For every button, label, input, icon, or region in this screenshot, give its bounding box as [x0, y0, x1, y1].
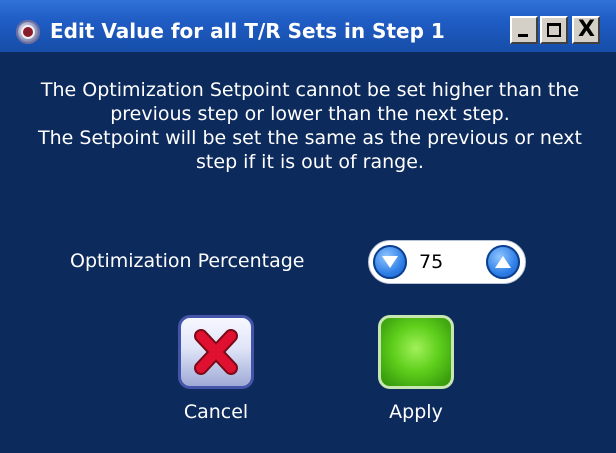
close-button[interactable]: X	[572, 16, 600, 44]
chevron-down-icon	[382, 256, 398, 268]
app-icon[interactable]	[16, 20, 40, 44]
optimization-percentage-label: Optimization Percentage	[70, 250, 305, 272]
percentage-value: 75	[419, 251, 444, 273]
info-message: The Optimization Setpoint cannot be set …	[20, 78, 600, 174]
dialog-window: Edit Value for all T/R Sets in Step 1 X …	[0, 0, 616, 453]
close-icon: X	[578, 17, 595, 42]
cancel-label: Cancel	[183, 401, 249, 423]
apply-action[interactable]: Apply	[374, 315, 458, 423]
decrement-button[interactable]	[373, 245, 407, 279]
message-line: The Setpoint will be set the same as the…	[38, 127, 582, 173]
chevron-up-icon	[495, 256, 511, 268]
apply-label: Apply	[389, 401, 443, 423]
maximize-button[interactable]	[540, 16, 568, 44]
message-line: The Optimization Setpoint cannot be set …	[40, 79, 580, 125]
title-bar[interactable]: Edit Value for all T/R Sets in Step 1 X	[0, 0, 616, 52]
minimize-button[interactable]	[510, 16, 538, 44]
optimization-percentage-stepper[interactable]: 75	[368, 240, 526, 284]
window-title: Edit Value for all T/R Sets in Step 1	[50, 19, 445, 43]
cancel-button[interactable]	[178, 315, 254, 389]
red-x-icon	[194, 329, 238, 375]
increment-button[interactable]	[486, 245, 520, 279]
apply-button[interactable]	[378, 315, 454, 389]
cancel-action[interactable]: Cancel	[174, 315, 258, 423]
